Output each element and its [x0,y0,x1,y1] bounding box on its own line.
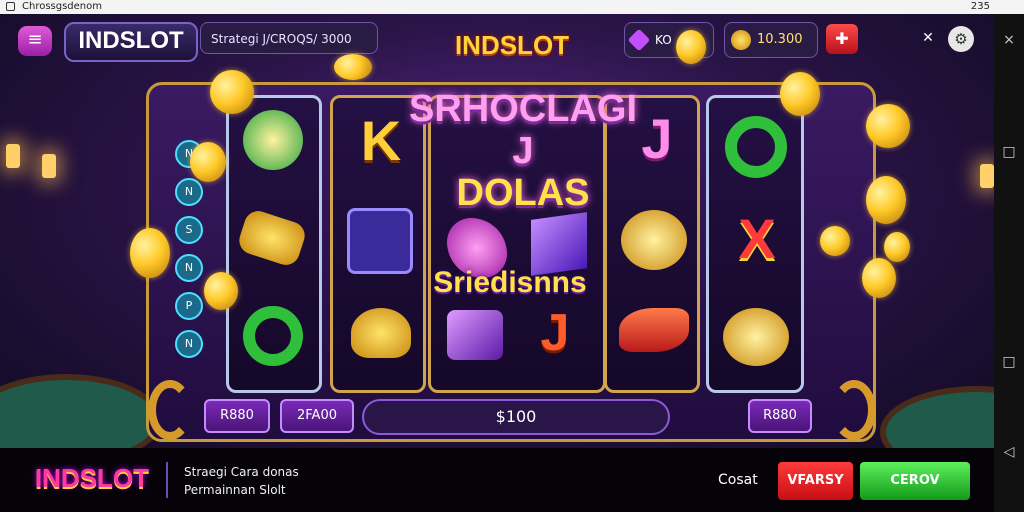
coin-decoration [866,176,906,224]
coin-decoration [204,272,238,310]
chili-symbol [619,308,689,352]
banner-close-link[interactable]: Cosat [718,472,758,488]
square-icon[interactable]: □ [994,144,1024,160]
top-bar: ≡ INDSLOT Strategi J/CROQS/ 3000 INDSLOT… [0,14,994,68]
x-symbol: X [738,207,776,270]
status-left-text: Chrossgsdenom [22,1,103,12]
side-icon[interactable]: N [175,254,203,282]
green-ring-symbol [243,306,303,366]
coin-decoration [190,142,226,182]
side-icon[interactable]: N [175,330,203,358]
scroll-ornament-left [148,380,192,440]
star-symbol [243,110,303,170]
strategy-label: Strategi J/CROQS/ 3000 [200,22,378,54]
wall-lamp [6,144,20,168]
bet-button-2[interactable]: 2FA00 [280,399,354,433]
header-logo[interactable]: INDSLOT [64,22,198,62]
status-bar: Chrossgsdenom 235 [0,0,1024,14]
gift-icon: ✚ [835,29,849,48]
square-icon-2[interactable]: □ [994,354,1024,370]
game-headline: SRHOCLAGI J DOLAS [398,88,648,214]
gem-value: KO [655,33,672,47]
gold-ring-symbol [235,207,309,269]
coin-counter[interactable]: 10.300 [724,22,818,58]
banner-divider [166,462,168,498]
coin-decoration [676,30,706,64]
coin-decoration [334,54,372,80]
side-icon[interactable]: S [175,216,203,244]
gift-button[interactable]: ✚ [826,24,858,54]
wall-lamp [980,164,994,188]
app-icon [6,2,15,11]
coin-decoration [884,232,910,262]
coin-decoration [820,226,850,256]
banner-subtitle: Permainnan Slolt [184,483,286,497]
crossed-tools-icon[interactable]: ✕ [918,30,938,50]
wall-lamp [42,154,56,178]
coin-decoration [130,228,170,278]
ad-banner[interactable]: INDSLOT Straegi Cara donas Permainnan Sl… [0,448,994,512]
banner-title: Straegi Cara donas [184,465,299,479]
side-icon[interactable]: P [175,292,203,320]
system-nav-bar: × □ □ ◁ [994,14,1024,512]
coin-decoration [210,70,254,114]
banner-red-button[interactable]: VFARSY [778,462,853,500]
reel-5: X [706,95,804,393]
back-icon[interactable]: ◁ [994,444,1024,460]
side-icon[interactable]: N [175,178,203,206]
coin-decoration [780,72,820,116]
reel-1 [226,95,322,393]
gold-coin-symbol [621,210,687,270]
menu-button[interactable]: ≡ [18,26,52,56]
blue-ring-symbol [347,208,413,274]
coin-value: 10.300 [757,32,803,47]
scroll-ornament-right [832,380,876,440]
center-logo: INDSLOT [454,30,570,60]
gold-pot-symbol [723,308,789,366]
casino-table [880,386,994,448]
banner-green-button[interactable]: CEROV [860,462,970,500]
status-right-text: 235 [970,1,990,12]
total-bet-display: $100 [362,399,670,435]
j-symbol: J [540,304,570,362]
menu-icon: ≡ [27,29,43,50]
coin-icon [731,30,751,50]
headline-line-2: DOLAS [456,172,590,214]
gold-bell-symbol [351,308,411,358]
game-subheadline: Sriedisnns [433,266,587,299]
settings-icon: ⚙ [954,30,968,48]
gem-icon [627,28,651,52]
green-ring-symbol-right [725,116,787,178]
coin-decoration [866,104,910,148]
coin-decoration [862,258,896,298]
purple-gem-symbol [447,310,503,360]
headline-line-1: SRHOCLAGI J [409,88,637,172]
settings-button[interactable]: ⚙ [948,26,974,52]
casino-table [0,374,162,448]
banner-logo: INDSLOT [34,463,150,493]
bet-button-1[interactable]: R880 [204,399,270,433]
bet-button-3[interactable]: R880 [748,399,812,433]
close-icon[interactable]: × [994,32,1024,48]
